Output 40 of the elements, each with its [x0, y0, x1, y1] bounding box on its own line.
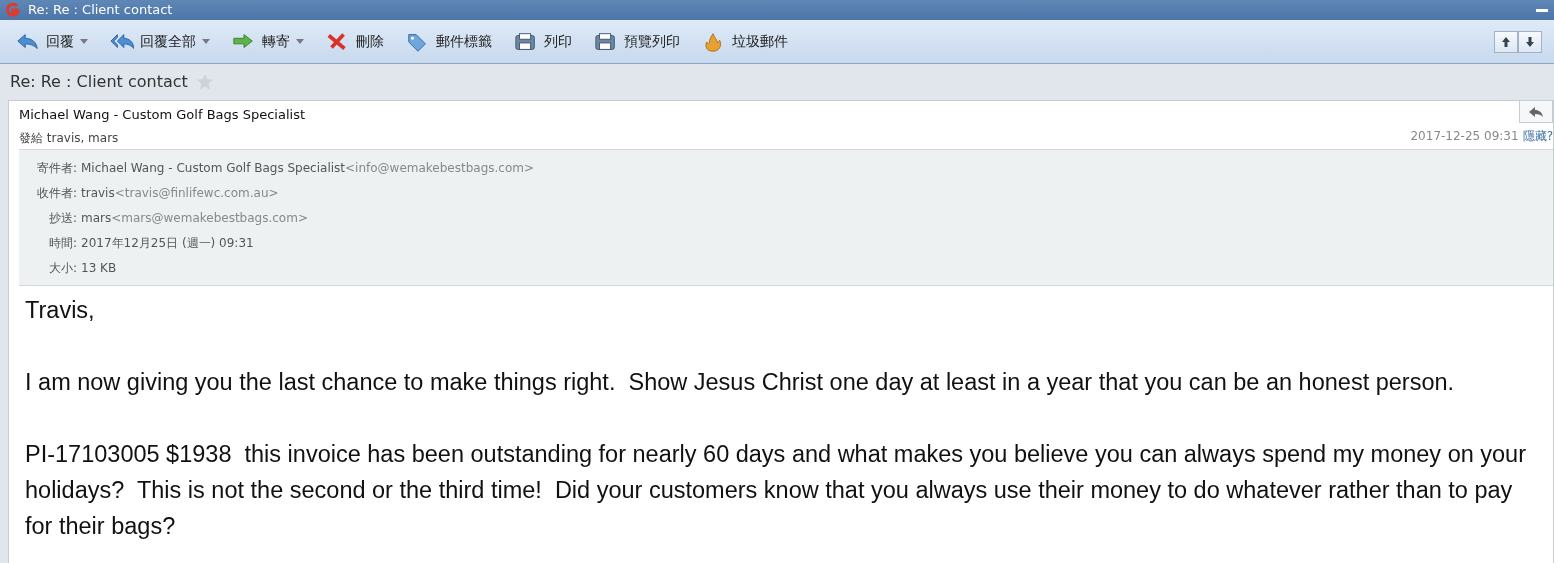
field-value: Michael Wang - Custom Golf Bags Specialist [81, 159, 345, 177]
field-label: 大小: [47, 259, 77, 277]
up-arrow-icon [1501, 35, 1511, 48]
sender-name: Michael Wang - Custom Golf Bags Specialist [19, 106, 306, 124]
message-date: 2017-12-25 09:31 [1410, 128, 1519, 145]
recipients-summary: 發給 travis, mars [19, 129, 120, 147]
toolbar-button[interactable]: 刪除 [322, 28, 388, 55]
field-label: 收件者: [35, 184, 77, 202]
toolbar-button[interactable]: 預覽列印 [590, 28, 684, 55]
field-value: mars [81, 209, 112, 227]
body-paragraph: I am now giving you the last chance to make things right. Show Jesus Christ one day at least in a year that you can be an honest person. [25, 367, 1456, 397]
toolbar-button[interactable]: 垃圾郵件 [698, 28, 792, 55]
previous-button[interactable] [1494, 30, 1518, 53]
subject-title: Re: Re : Client contact [10, 71, 188, 93]
field-value: 13 KB [81, 259, 117, 277]
hide-details-link[interactable]: 隱藏? [1522, 127, 1553, 145]
field-label: 時間: [47, 234, 77, 252]
field-label: 寄件者: [35, 159, 77, 177]
window-title: Re: Re : Client contact [28, 1, 173, 19]
down-arrow-icon [1525, 35, 1535, 48]
reply-button[interactable] [1519, 101, 1553, 123]
next-button[interactable] [1518, 30, 1542, 53]
reply-icon [1528, 105, 1544, 118]
toolbar-button[interactable]: 回覆 [12, 28, 92, 55]
field-value: travis [81, 184, 115, 202]
minimize-button[interactable] [1536, 8, 1548, 12]
body-paragraph: Travis, [25, 295, 96, 325]
field-label: 抄送: [47, 209, 77, 227]
toolbar-button[interactable]: 郵件標籤 [402, 28, 496, 55]
body-paragraph: PI-17103005 $1938 this invoice has been outstanding for nearly 60 days and what makes you believe you can always spend my money on your holidays? This is not the second or the third time! Did your customers know that you always use their money to do whatever rather than to pay for their bags? [25, 439, 1528, 541]
email-address: <info@wemakebestbags.com> [345, 159, 534, 177]
toolbar-button[interactable]: 回覆全部 [106, 28, 214, 55]
field-value: 2017年12月25日 (週一) 09:31 [81, 234, 254, 252]
printer-icon [514, 30, 538, 53]
toolbar-button[interactable]: 轉寄 [228, 28, 308, 55]
app-logo-icon [6, 3, 20, 17]
email-address: <travis@finlifewc.com.au> [114, 184, 279, 202]
printer-icon [594, 30, 618, 53]
toolbar-button[interactable]: 列印 [510, 28, 576, 55]
email-address: <mars@wemakebestbags.com> [111, 209, 308, 227]
